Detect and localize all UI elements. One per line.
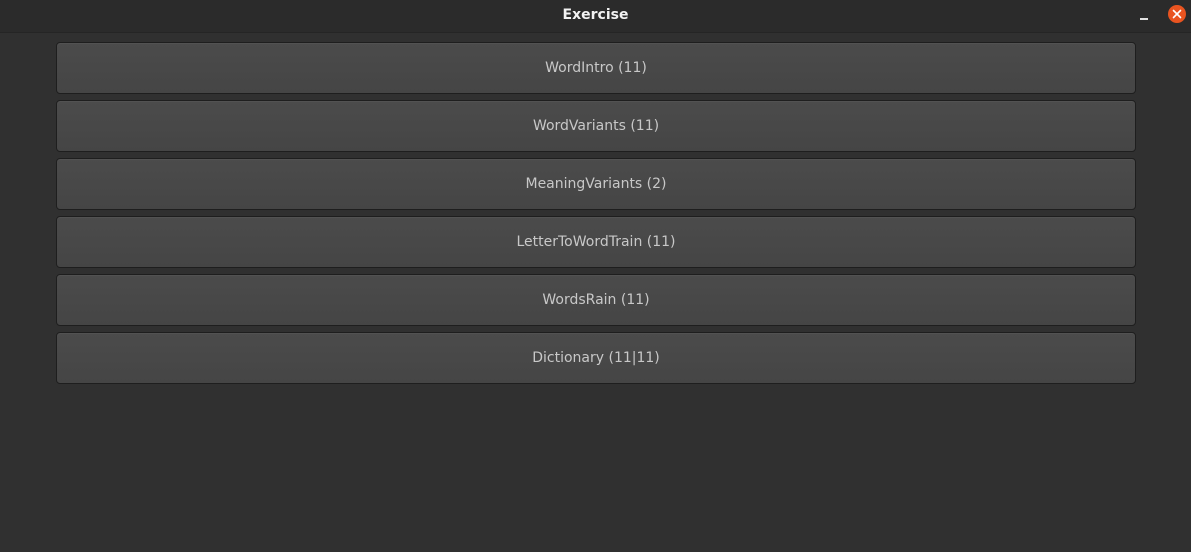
minimize-icon (1140, 18, 1148, 20)
exercise-button-lettertowordtrain[interactable]: LetterToWordTrain (11) (56, 216, 1136, 268)
app-window: Exercise WordIntro (11) WordVariants (11… (0, 0, 1191, 552)
exercise-button-dictionary[interactable]: Dictionary (11|11) (56, 332, 1136, 384)
exercise-button-meaningvariants[interactable]: MeaningVariants (2) (56, 158, 1136, 210)
exercise-list: WordIntro (11) WordVariants (11) Meaning… (56, 42, 1136, 390)
exercise-button-wordvariants[interactable]: WordVariants (11) (56, 100, 1136, 152)
window-title: Exercise (562, 7, 629, 23)
exercise-button-wordsrain[interactable]: WordsRain (11) (56, 274, 1136, 326)
minimize-button[interactable] (1134, 6, 1154, 26)
exercise-button-wordintro[interactable]: WordIntro (11) (56, 42, 1136, 94)
close-icon (1172, 9, 1182, 19)
close-button[interactable] (1168, 5, 1186, 23)
title-bar: Exercise (0, 0, 1191, 33)
